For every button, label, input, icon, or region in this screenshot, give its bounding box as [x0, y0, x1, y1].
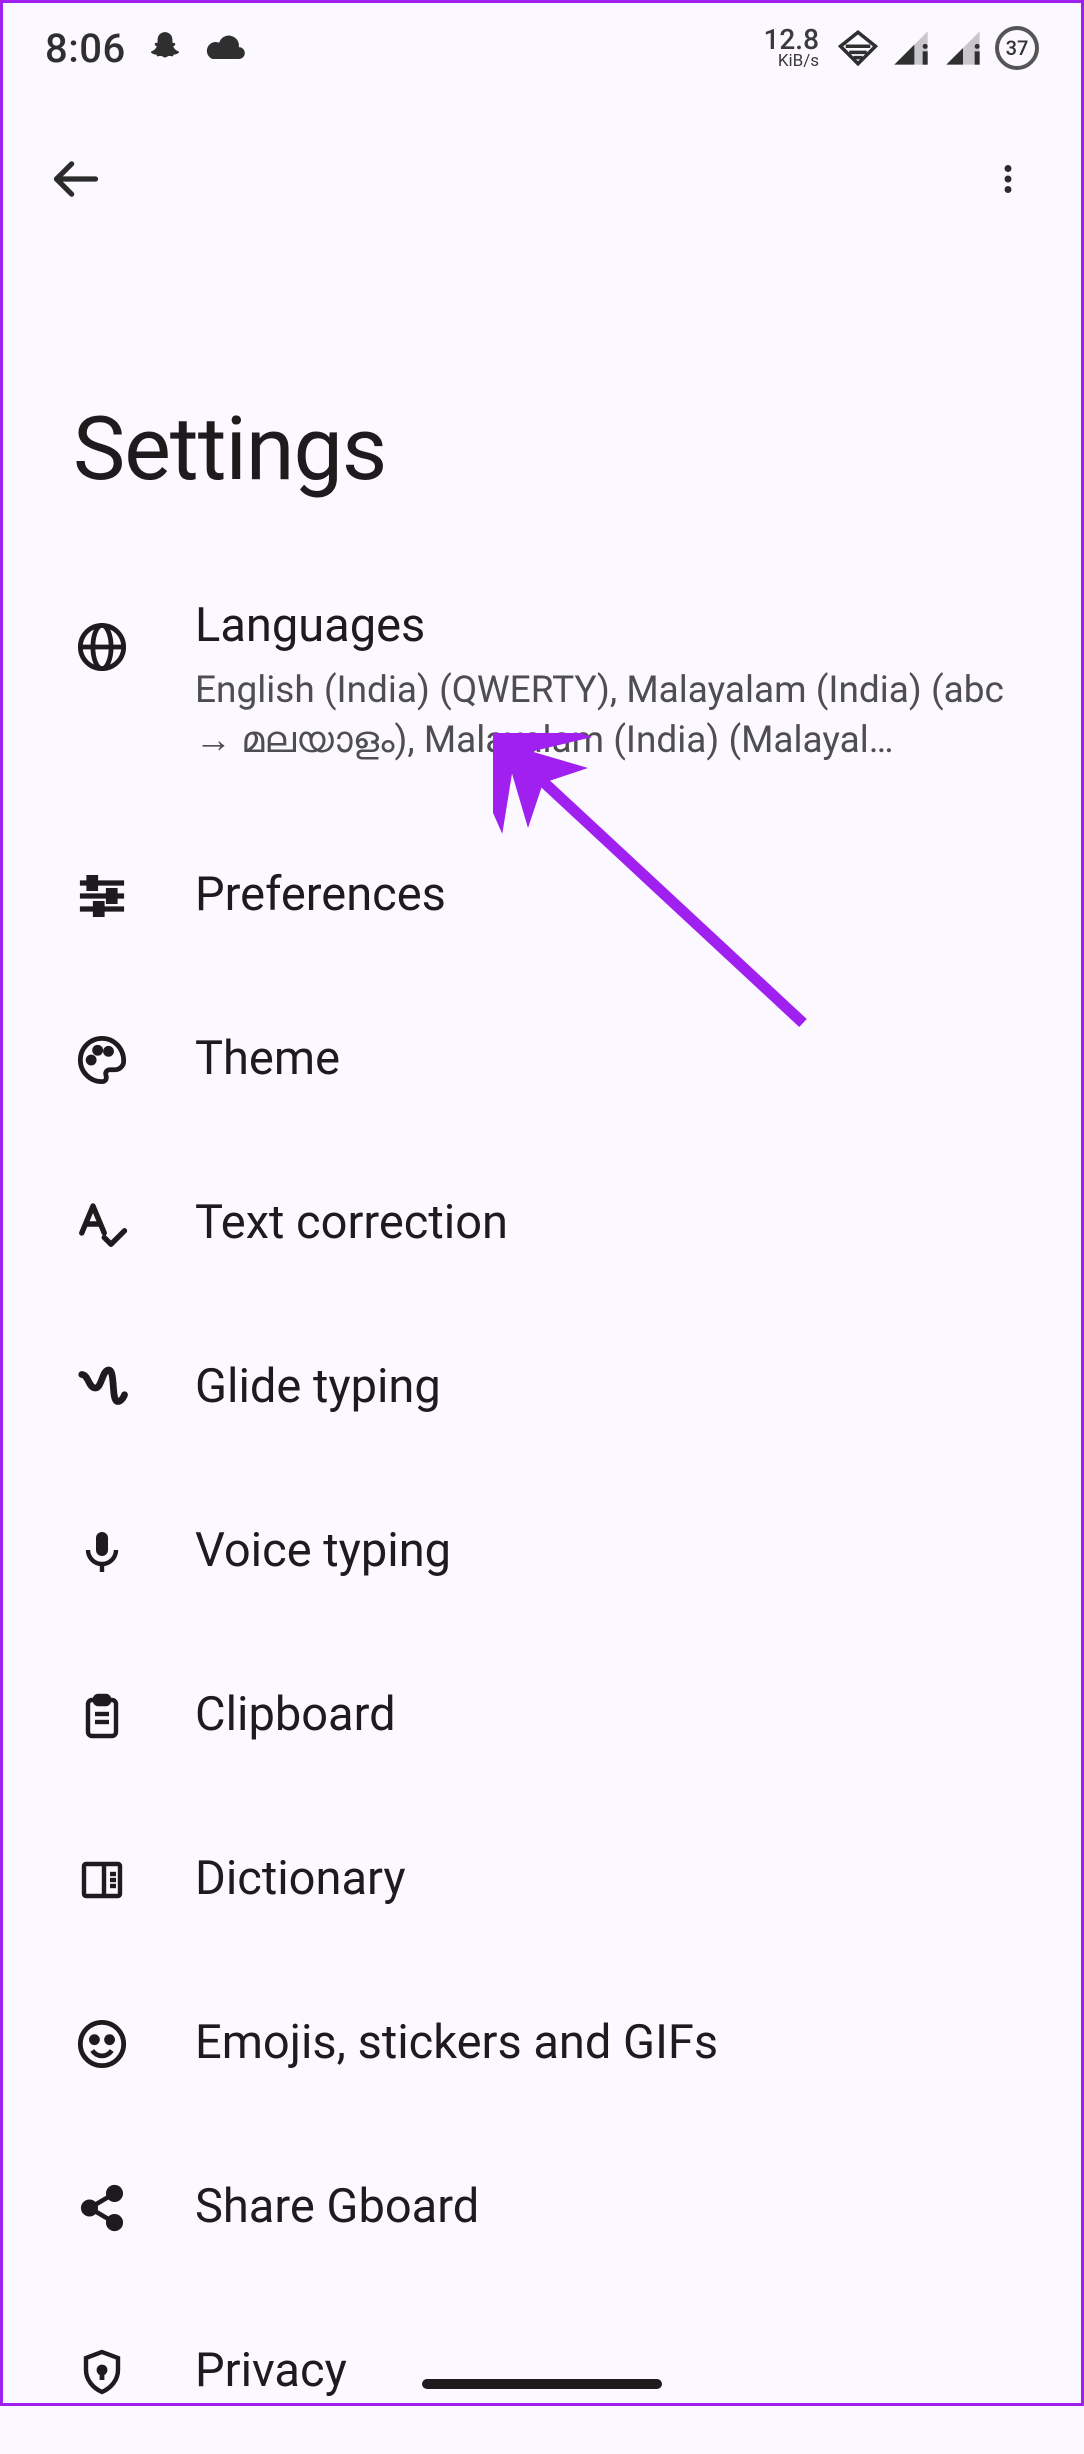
network-speed: 12.8 KiB/s	[763, 27, 819, 70]
signal-1-icon	[891, 28, 931, 68]
text-check-icon	[73, 1197, 131, 1251]
setting-item-share-gboard[interactable]: Share Gboard	[3, 2126, 1081, 2290]
setting-item-theme[interactable]: Theme	[3, 978, 1081, 1142]
setting-title: Text correction	[195, 1194, 1011, 1253]
setting-title: Voice typing	[195, 1522, 1011, 1581]
setting-title: Preferences	[195, 866, 1011, 925]
overflow-menu-button[interactable]	[973, 146, 1043, 216]
palette-icon	[73, 1034, 131, 1086]
navigation-handle[interactable]	[422, 2379, 662, 2389]
setting-item-clipboard[interactable]: Clipboard	[3, 1634, 1081, 1798]
app-bar	[3, 93, 1081, 233]
setting-subtitle: English (India) (QWERTY), Malayalam (Ind…	[195, 666, 1011, 766]
more-vert-icon	[990, 155, 1026, 207]
signal-2-icon	[943, 28, 983, 68]
settings-list: Languages English (India) (QWERTY), Mala…	[3, 561, 1081, 2454]
setting-item-text-correction[interactable]: Text correction	[3, 1142, 1081, 1306]
setting-title: Dictionary	[195, 1850, 1011, 1909]
setting-title: Clipboard	[195, 1686, 1011, 1745]
battery-percent: 37	[1006, 36, 1029, 60]
setting-item-glide-typing[interactable]: Glide typing	[3, 1306, 1081, 1470]
setting-item-emojis[interactable]: Emojis, stickers and GIFs	[3, 1962, 1081, 2126]
wifi-icon	[837, 27, 879, 69]
book-icon	[73, 1856, 131, 1904]
privacy-shield-icon	[73, 2345, 131, 2399]
mic-icon	[73, 1526, 131, 1578]
setting-item-voice-typing[interactable]: Voice typing	[3, 1470, 1081, 1634]
cloud-icon	[204, 31, 248, 65]
network-speed-unit: KiB/s	[763, 53, 819, 69]
status-bar: 8:06 12.8 KiB/s 37	[3, 3, 1081, 93]
battery-indicator: 37	[995, 26, 1039, 70]
snapchat-icon	[146, 29, 184, 67]
back-button[interactable]	[41, 146, 111, 216]
network-speed-value: 12.8	[763, 27, 819, 54]
clipboard-icon	[73, 1689, 131, 1743]
setting-title: Emojis, stickers and GIFs	[195, 2014, 1011, 2073]
emoji-icon	[73, 2018, 131, 2070]
page-title: Settings	[3, 233, 1081, 561]
gesture-icon	[73, 1361, 131, 1415]
setting-title: Share Gboard	[195, 2178, 1011, 2237]
setting-title: Languages	[195, 597, 1011, 656]
share-icon	[73, 2182, 131, 2234]
globe-icon	[73, 621, 131, 673]
setting-item-dictionary[interactable]: Dictionary	[3, 1798, 1081, 1962]
setting-item-languages[interactable]: Languages English (India) (QWERTY), Mala…	[3, 569, 1081, 814]
setting-title: Glide typing	[195, 1358, 1011, 1417]
setting-item-privacy[interactable]: Privacy	[3, 2290, 1081, 2454]
status-bar-right: 12.8 KiB/s 37	[763, 26, 1039, 70]
sliders-icon	[73, 870, 131, 922]
setting-title: Privacy	[195, 2342, 1011, 2401]
status-clock: 8:06	[45, 25, 126, 72]
status-bar-left: 8:06	[45, 25, 248, 72]
setting-item-preferences[interactable]: Preferences	[3, 814, 1081, 978]
arrow-back-icon	[50, 153, 102, 209]
setting-title: Theme	[195, 1030, 1011, 1089]
